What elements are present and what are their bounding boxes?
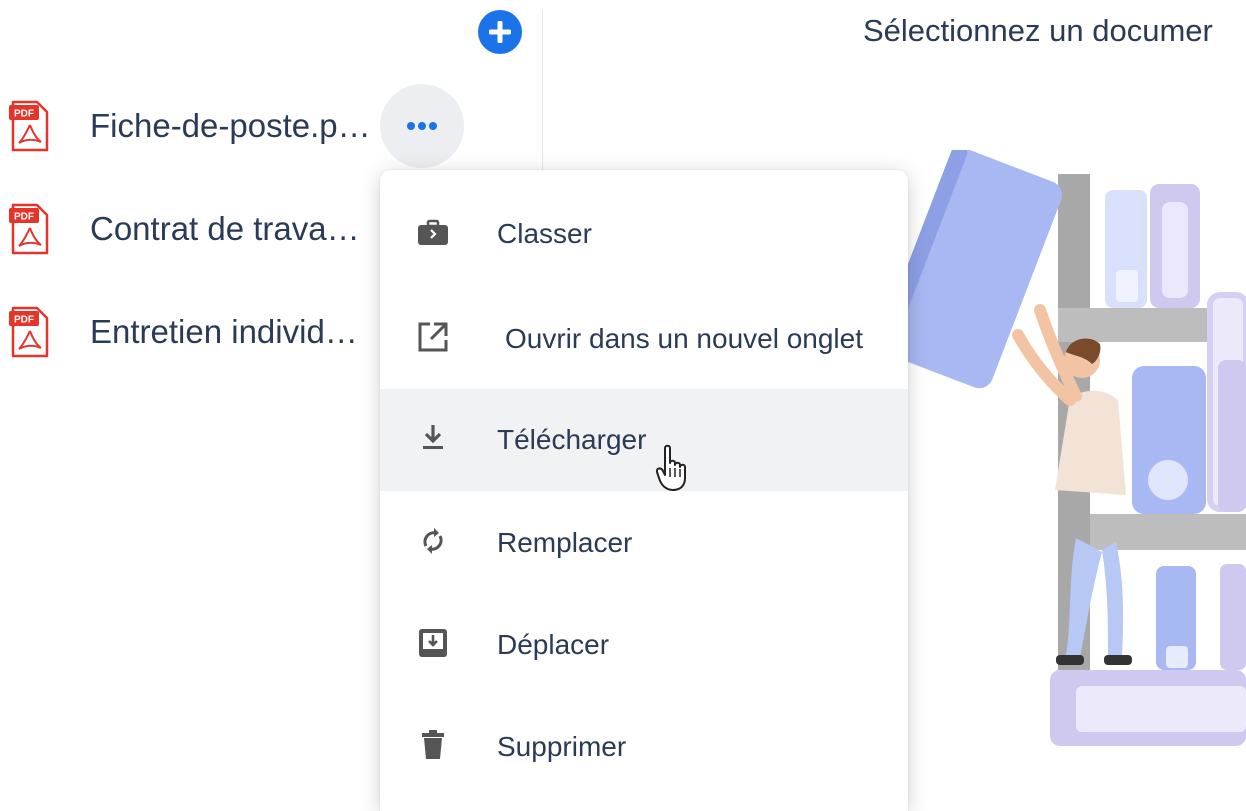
menu-item-delete[interactable]: Supprimer [380, 696, 908, 798]
pdf-file-icon: PDF [9, 203, 49, 255]
menu-item-label: Déplacer [497, 629, 610, 660]
download-icon [423, 425, 443, 449]
menu-item-download[interactable]: Télécharger [380, 389, 908, 491]
menu-item-open-new-tab[interactable]: Ouvrir dans un nouvel onglet [380, 288, 908, 390]
menu-item-replace[interactable]: Remplacer [380, 492, 908, 594]
panel-title: Sélectionnez un documer [863, 13, 1213, 48]
open-in-new-icon [418, 322, 448, 352]
more-horizontal-icon [407, 122, 437, 130]
menu-item-move[interactable]: Déplacer [380, 594, 908, 696]
menu-item-classer[interactable]: Classer [380, 183, 908, 285]
panel-divider [542, 10, 543, 185]
svg-text:PDF: PDF [14, 315, 34, 326]
file-name[interactable]: Contrat de trava… [90, 207, 360, 251]
file-context-menu: Classer Ouvrir dans un nouvel onglet Tél… [380, 170, 908, 811]
file-item[interactable]: PDF Entretien individ… [0, 304, 380, 360]
bookshelf-illustration [880, 150, 1246, 746]
menu-item-label: Ouvrir dans un nouvel onglet [505, 323, 863, 354]
document-manager-screen: PDF Fiche-de-poste.p… PDF Contrat de tra… [0, 0, 1246, 811]
file-item[interactable]: PDF Contrat de trava… [0, 201, 380, 257]
file-name[interactable]: Entretien individ… [90, 310, 358, 354]
file-name[interactable]: Fiche-de-poste.p… [90, 104, 371, 148]
sync-icon [423, 528, 443, 554]
pdf-file-icon: PDF [9, 100, 49, 152]
svg-text:PDF: PDF [14, 212, 34, 223]
menu-item-label: Télécharger [497, 424, 647, 455]
file-actions-button[interactable] [380, 84, 464, 168]
menu-item-label: Remplacer [497, 527, 633, 558]
add-document-button[interactable] [478, 10, 522, 54]
menu-item-label: Supprimer [497, 731, 627, 762]
pdf-file-icon: PDF [9, 306, 49, 358]
trash-icon [422, 730, 444, 759]
svg-text:PDF: PDF [14, 109, 34, 120]
move-to-inbox-icon [419, 629, 447, 657]
briefcase-icon [418, 219, 448, 245]
file-item[interactable]: PDF Fiche-de-poste.p… [0, 98, 380, 154]
plus-circle-icon [489, 21, 511, 43]
menu-item-label: Classer [497, 218, 592, 249]
